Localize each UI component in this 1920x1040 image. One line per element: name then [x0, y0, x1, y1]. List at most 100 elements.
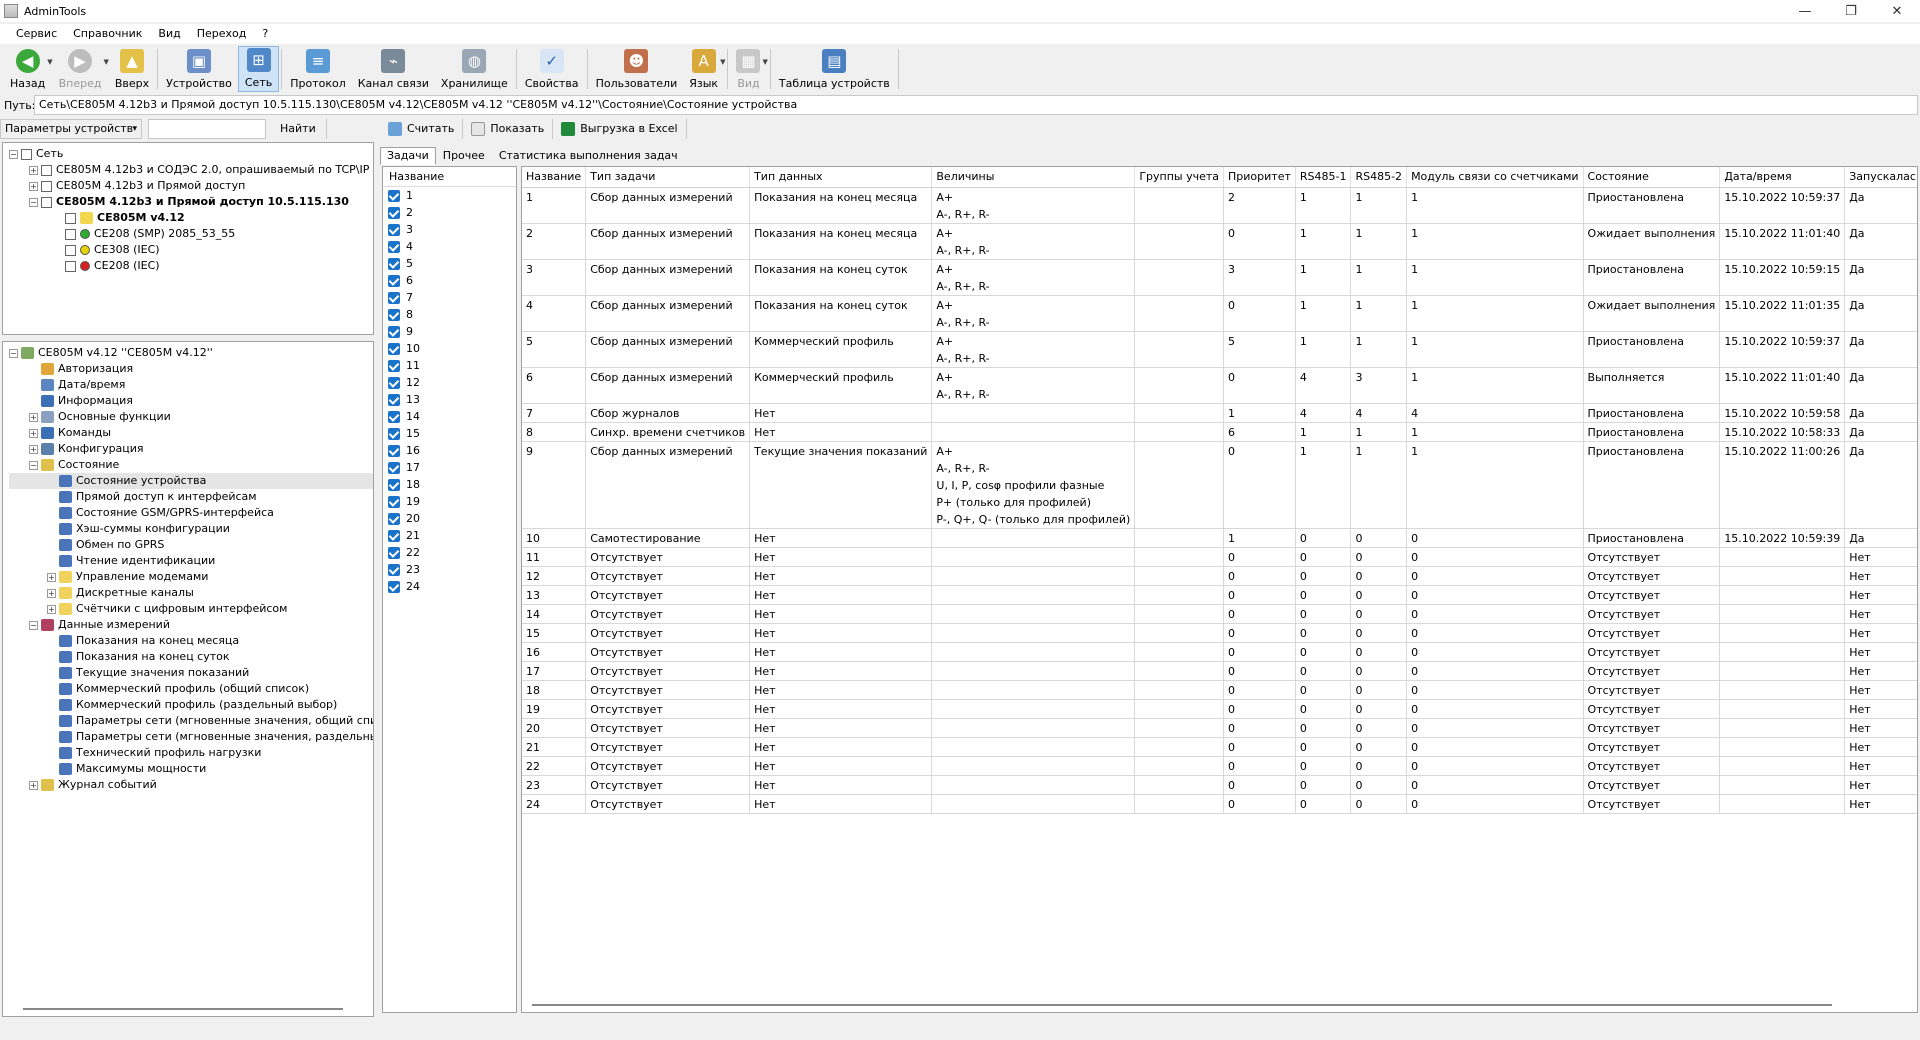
close-button[interactable]: ✕ — [1874, 0, 1920, 22]
horizontal-scrollbar[interactable] — [23, 1008, 343, 1010]
tree-checkbox[interactable] — [41, 164, 52, 176]
checklist-item[interactable]: 8 — [383, 306, 516, 323]
tree-node-device[interactable]: − CE805M 4.12b3 и Прямой доступ 10.5.115… — [9, 194, 373, 210]
checklist-item[interactable]: 23 — [383, 561, 516, 578]
tree-node-network[interactable]: − Сеть — [9, 146, 373, 162]
checkbox-checked-icon[interactable] — [388, 529, 400, 542]
table-row[interactable]: 3 Сбор данных измерений Показания на конец… — [522, 259, 1917, 296]
expand-icon[interactable]: + — [29, 444, 38, 454]
checkbox-checked-icon[interactable] — [388, 461, 400, 474]
checklist-item[interactable]: 1 — [383, 187, 516, 204]
tree-item[interactable]: Состояние GSM/GPRS-интерфейса — [9, 505, 373, 521]
collapse-icon[interactable]: − — [29, 620, 38, 630]
checkbox-checked-icon[interactable] — [388, 478, 400, 491]
tree-item[interactable]: − Данные измерений — [9, 617, 373, 633]
table-row[interactable]: 19ОтсутствуетНет0000ОтсутствуетНет0 — [522, 699, 1917, 719]
table-row[interactable]: 14ОтсутствуетНет0000ОтсутствуетНет0 — [522, 604, 1917, 624]
read-button[interactable]: Считать — [380, 119, 464, 139]
protocol-button[interactable]: ≡ Протокол — [284, 46, 352, 92]
tree-checkbox[interactable] — [65, 228, 76, 240]
tree-item[interactable]: Технический профиль нагрузки — [9, 745, 373, 761]
tree-node-device[interactable]: + CE805M 4.12b3 и СОДЭС 2.0, опрашиваемы… — [9, 162, 373, 178]
parameters-combo[interactable]: Параметры устройств — [0, 119, 142, 139]
column-header[interactable]: RS485-1 — [1295, 167, 1352, 188]
tree-checkbox[interactable] — [65, 260, 76, 272]
menu-reference[interactable]: Справочник — [65, 24, 150, 44]
table-row[interactable]: 22ОтсутствуетНет0000ОтсутствуетНет0 — [522, 756, 1917, 776]
checklist-item[interactable]: 6 — [383, 272, 516, 289]
forward-button[interactable]: ▶ Вперед — [53, 46, 108, 92]
checkbox-checked-icon[interactable] — [388, 512, 400, 525]
menu-navigate[interactable]: Переход — [189, 24, 255, 44]
tree-node-device[interactable]: + CE805M 4.12b3 и Прямой доступ — [9, 178, 373, 194]
checkbox-checked-icon[interactable] — [388, 563, 400, 576]
users-button[interactable]: ☻ Пользователи — [590, 46, 684, 92]
tree-node-meter[interactable]: CE208 (SMP) 2085_53_55 — [9, 226, 373, 242]
tree-item[interactable]: Показания на конец суток — [9, 649, 373, 665]
checkbox-checked-icon[interactable] — [388, 257, 400, 270]
expand-icon[interactable]: + — [29, 428, 38, 438]
expand-icon[interactable]: + — [29, 181, 38, 191]
tree-item[interactable]: + Журнал событий — [9, 777, 373, 793]
up-button[interactable]: ▲ Вверх — [109, 46, 155, 92]
checklist-item[interactable]: 12 — [383, 374, 516, 391]
checkbox-checked-icon[interactable] — [388, 325, 400, 338]
menu-help[interactable]: ? — [254, 24, 276, 44]
checkbox-checked-icon[interactable] — [388, 580, 400, 593]
column-header[interactable]: Модуль связи со счетчиками — [1406, 167, 1584, 188]
checkbox-checked-icon[interactable] — [388, 427, 400, 440]
checklist-item[interactable]: 3 — [383, 221, 516, 238]
minimize-button[interactable]: — — [1782, 0, 1828, 22]
checkbox-checked-icon[interactable] — [388, 495, 400, 508]
column-header[interactable]: Тип данных — [749, 167, 933, 188]
column-header[interactable]: Название — [522, 167, 587, 188]
channel-button[interactable]: ⌁ Канал связи — [352, 46, 435, 92]
table-row[interactable]: 9 Сбор данных измерений Текущие значения п… — [522, 441, 1917, 529]
collapse-icon[interactable]: − — [9, 149, 18, 159]
table-row[interactable]: 10 Самотестирование Нет 1 0 0 0 Приостановлена 1… — [522, 528, 1917, 548]
tree-item[interactable]: + Команды — [9, 425, 373, 441]
column-header[interactable]: RS485-2 — [1350, 167, 1408, 188]
tree-item[interactable]: Прямой доступ к интерфейсам — [9, 489, 373, 505]
checklist-item[interactable]: 14 — [383, 408, 516, 425]
checklist-item[interactable]: 19 — [383, 493, 516, 510]
expand-icon[interactable]: + — [29, 780, 38, 790]
search-input[interactable] — [148, 119, 266, 139]
table-row[interactable]: 17ОтсутствуетНет0000ОтсутствуетНет0 — [522, 661, 1917, 681]
checkbox-checked-icon[interactable] — [388, 291, 400, 304]
table-row[interactable]: 18ОтсутствуетНет0000ОтсутствуетНет0 — [522, 680, 1917, 700]
tree-item[interactable]: Коммерческий профиль (раздельный выбор) — [9, 697, 373, 713]
checkbox-checked-icon[interactable] — [388, 308, 400, 321]
checklist-item[interactable]: 18 — [383, 476, 516, 493]
expand-icon[interactable]: + — [29, 165, 38, 175]
tree-node-meter[interactable]: CE208 (IEC) — [9, 258, 373, 274]
checklist-item[interactable]: 17 — [383, 459, 516, 476]
tree-item[interactable]: + Дискретные каналы — [9, 585, 373, 601]
checklist-item[interactable]: 4 — [383, 238, 516, 255]
tree-item[interactable]: Параметры сети (мгновенные значения, общ… — [9, 713, 373, 729]
checklist-item[interactable]: 16 — [383, 442, 516, 459]
checkbox-checked-icon[interactable] — [388, 546, 400, 559]
collapse-icon[interactable]: − — [29, 460, 38, 470]
menu-service[interactable]: Сервис — [8, 24, 65, 44]
checkbox-checked-icon[interactable] — [388, 410, 400, 423]
view-button[interactable]: ▦ Вид — [730, 46, 766, 92]
tree-item[interactable]: Состояние устройства — [9, 473, 373, 489]
tree-item[interactable]: Информация — [9, 393, 373, 409]
table-row[interactable]: 6 Сбор данных измерений Коммерческий профи… — [522, 367, 1917, 404]
checklist-item[interactable]: 10 — [383, 340, 516, 357]
tree-checkbox[interactable] — [21, 148, 32, 160]
expand-icon[interactable]: + — [47, 572, 56, 582]
checkbox-checked-icon[interactable] — [388, 223, 400, 236]
collapse-icon[interactable]: − — [9, 348, 18, 358]
properties-button[interactable]: ✓ Свойства — [519, 46, 585, 92]
checkbox-checked-icon[interactable] — [388, 393, 400, 406]
column-header[interactable]: Приоритет — [1223, 167, 1296, 188]
table-row[interactable]: 4 Сбор данных измерений Показания на конец… — [522, 295, 1917, 332]
restore-button[interactable]: ❐ — [1828, 0, 1874, 22]
table-row[interactable]: 11ОтсутствуетНет0000ОтсутствуетНет0 — [522, 547, 1917, 567]
checklist-item[interactable]: 2 — [383, 204, 516, 221]
table-row[interactable]: 12ОтсутствуетНет0000ОтсутствуетНет0 — [522, 566, 1917, 586]
expand-icon[interactable]: + — [29, 412, 38, 422]
tree-item[interactable]: Максимумы мощности — [9, 761, 373, 777]
